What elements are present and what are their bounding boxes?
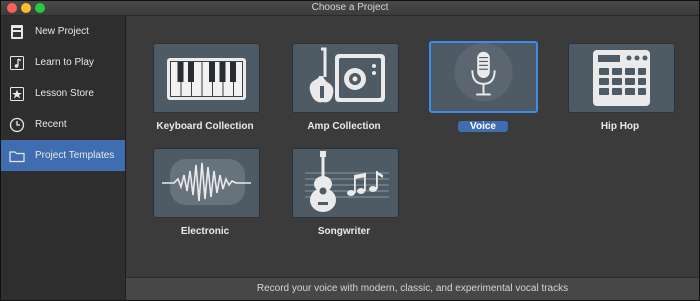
folder-icon <box>9 148 25 164</box>
sidebar-item-recent[interactable]: Recent <box>1 109 125 140</box>
title-bar: Choose a Project <box>1 1 699 16</box>
template-keyboard-collection[interactable] <box>153 43 260 113</box>
template-label-amp-collection: Amp Collection <box>307 121 381 132</box>
window-title: Choose a Project <box>311 2 389 13</box>
sidebar-item-label: Recent <box>35 119 67 130</box>
sidebar-item-new-project[interactable]: New Project <box>1 16 125 47</box>
lesson-store-icon <box>9 86 25 102</box>
template-hip-hop[interactable] <box>568 43 675 113</box>
sidebar-item-label: Learn to Play <box>35 57 94 68</box>
sidebar-item-label: Project Templates <box>35 150 115 161</box>
template-voice[interactable] <box>429 41 538 113</box>
template-amp-collection[interactable] <box>292 43 399 113</box>
waveform-icon <box>162 159 251 205</box>
recent-clock-icon <box>9 117 25 133</box>
sidebar-item-project-templates[interactable]: Project Templates <box>1 140 125 171</box>
template-songwriter[interactable] <box>292 148 399 218</box>
microphone-icon <box>454 43 513 102</box>
learn-to-play-icon <box>9 55 25 71</box>
sidebar-item-lesson-store[interactable]: Lesson Store <box>1 78 125 109</box>
template-label-hip-hop: Hip Hop <box>600 121 640 132</box>
template-electronic[interactable] <box>153 148 260 218</box>
template-label-voice: Voice <box>458 121 508 132</box>
sidebar-item-learn-to-play[interactable]: Learn to Play <box>1 47 125 78</box>
new-project-icon <box>9 24 25 40</box>
template-label-songwriter: Songwriter <box>317 226 371 237</box>
sidebar-item-label: New Project <box>35 26 89 37</box>
sidebar-item-label: Lesson Store <box>35 88 94 99</box>
choose-project-window: Choose a Project New Project Learn to Pl… <box>0 0 700 301</box>
template-label-electronic: Electronic <box>180 226 230 237</box>
guitar-amp-icon <box>309 47 385 103</box>
template-description: Record your voice with modern, classic, … <box>126 277 699 300</box>
acoustic-guitar-icon <box>305 151 389 212</box>
drum-machine-icon <box>593 50 650 106</box>
sidebar: New Project Learn to Play Lesson Store R… <box>1 16 126 300</box>
template-grid: Keyboard Collection Amp Collection Voice… <box>126 16 699 300</box>
template-label-keyboard-collection: Keyboard Collection <box>156 121 254 132</box>
keyboard-icon <box>167 58 246 100</box>
